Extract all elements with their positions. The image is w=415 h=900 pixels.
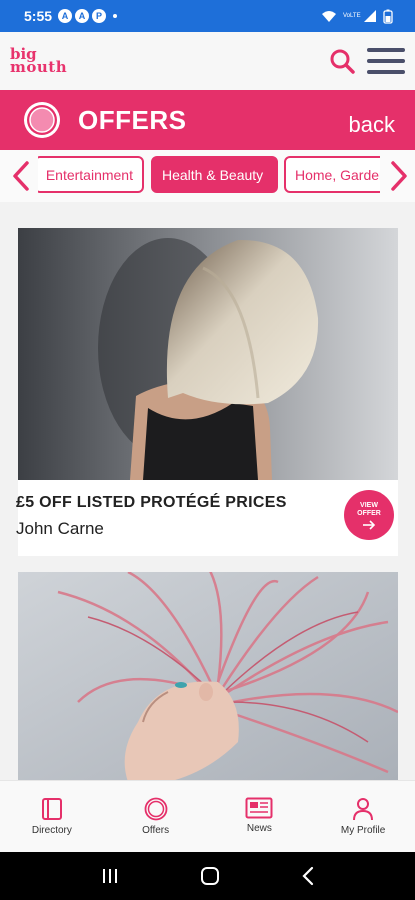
view-offer-button[interactable]: VIEW OFFER (344, 490, 394, 540)
system-navigation-bar (0, 852, 415, 900)
back-nav-icon[interactable] (301, 866, 315, 886)
offer-title: £5 OFF LISTED PROTÉGÉ PRICES (16, 494, 287, 511)
status-bar: 5:55 A A P VoLTE (0, 0, 415, 32)
category-home-garden[interactable]: Home, Garden (284, 156, 380, 193)
nav-my-profile[interactable]: My Profile (311, 781, 415, 852)
app-header: big mouth (0, 32, 415, 90)
book-icon (41, 798, 62, 820)
nav-label-my-profile: My Profile (340, 825, 386, 836)
status-right: VoLTE (321, 9, 393, 24)
battery-icon (383, 9, 393, 24)
signal-icon (364, 10, 376, 22)
chevron-left-icon[interactable] (10, 160, 32, 192)
view-offer-label: VIEW OFFER (357, 502, 381, 517)
notification-p-icon: P (92, 9, 107, 23)
offer-card[interactable]: £5 OFF LISTED PROTÉGÉ PRICES John Carne … (16, 228, 398, 556)
wifi-icon (322, 11, 336, 22)
category-health-beauty[interactable]: Health & Beauty (151, 156, 278, 193)
category-scroller: Entertainment Health & Beauty Home, Gard… (0, 150, 415, 202)
search-icon[interactable] (329, 48, 355, 74)
nav-label-news: News (246, 823, 272, 834)
category-entertainment[interactable]: Entertainment (38, 156, 144, 193)
offer-image-pink-hair[interactable] (18, 572, 398, 782)
page-title: OFFERS (78, 104, 187, 135)
volte-label: VoLTE (343, 13, 361, 19)
offer-image-blonde-woman[interactable] (18, 228, 398, 480)
person-icon (353, 798, 374, 821)
status-time: 5:55 (24, 8, 53, 24)
nav-label-offers: Offers (142, 825, 170, 836)
menu-icon[interactable] (367, 48, 405, 74)
nav-news[interactable]: News (208, 781, 312, 852)
nav-directory[interactable]: Directory (0, 781, 104, 852)
logo-line2: mouth (10, 58, 68, 76)
offer-merchant: John Carne (16, 519, 104, 538)
offers-banner: OFFERS back (0, 90, 415, 150)
category-list: Entertainment Health & Beauty Home, Gard… (38, 156, 380, 194)
home-icon[interactable] (200, 866, 220, 886)
notification-a-icon: A (58, 9, 73, 23)
notification-icons: A A P (58, 9, 118, 23)
header-actions (329, 48, 405, 74)
more-notifications-dot-icon (113, 14, 118, 18)
bottom-nav: Directory Offers News My Profile (0, 780, 415, 852)
arrow-right-icon (363, 520, 376, 530)
newspaper-icon (245, 797, 273, 819)
bigmouth-logo[interactable]: big mouth (10, 47, 68, 76)
offers-circle-icon (144, 797, 168, 821)
recent-apps-icon[interactable] (100, 867, 120, 885)
notification-a2-icon: A (75, 9, 90, 23)
nav-label-directory: Directory (31, 825, 72, 836)
offers-badge-icon (24, 102, 60, 138)
offer-card[interactable] (18, 572, 398, 782)
nav-offers[interactable]: Offers (104, 781, 208, 852)
back-link[interactable]: back (349, 112, 395, 138)
chevron-right-icon[interactable] (388, 160, 410, 192)
